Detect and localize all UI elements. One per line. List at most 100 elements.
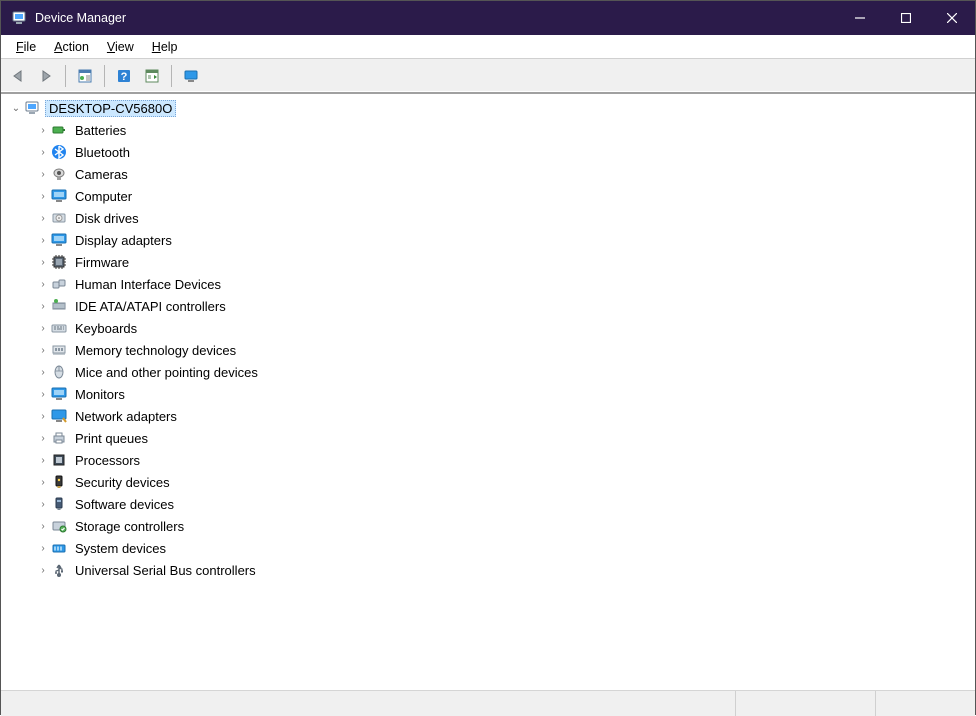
tree-category[interactable]: ›System devices [1,537,975,559]
tree-category-label: Firmware [72,254,132,271]
tree-category[interactable]: › Universal Serial Bus controllers [1,559,975,581]
chevron-right-icon[interactable]: › [36,411,50,422]
menu-view[interactable]: View [98,38,143,56]
device-tree[interactable]: ⌄ DESKTOP-CV5680O ›Batteries›Bluetooth›C… [1,94,975,691]
chevron-right-icon[interactable]: › [36,499,50,510]
tree-category-label: Print queues [72,430,151,447]
tree-category[interactable]: › Storage controllers [1,515,975,537]
toolbar [1,59,975,94]
storage-icon [51,518,67,534]
printer-icon [51,430,67,446]
system-icon [51,540,67,556]
toolbar-monitor-button[interactable] [178,63,204,89]
tree-category[interactable]: › Memory technology devices [1,339,975,361]
memory-icon [51,342,67,358]
tree-category-label: Network adapters [72,408,180,425]
window-title: Device Manager [35,11,126,25]
tree-category-label: Mice and other pointing devices [72,364,261,381]
tree-category-label: Universal Serial Bus controllers [72,562,259,579]
chevron-right-icon[interactable]: › [36,455,50,466]
ide-icon [51,298,67,314]
battery-icon [51,122,67,138]
toolbar-separator [171,65,172,87]
tree-category[interactable]: › Processors [1,449,975,471]
menubar: File Action View Help [1,35,975,59]
tree-category-label: IDE ATA/ATAPI controllers [72,298,229,315]
chevron-down-icon[interactable]: ⌄ [9,103,23,114]
chevron-right-icon[interactable]: › [36,169,50,180]
tree-root[interactable]: ⌄ DESKTOP-CV5680O [1,97,975,119]
toolbar-help-button[interactable] [111,63,137,89]
tree-category[interactable]: › IDE ATA/ATAPI controllers [1,295,975,317]
status-cell [735,691,875,716]
tree-category-label: Memory technology devices [72,342,239,359]
toolbar-back-button[interactable] [5,63,31,89]
software-icon [51,496,67,512]
tree-category-label: Processors [72,452,143,469]
chevron-right-icon[interactable]: › [36,477,50,488]
tree-category-label: Bluetooth [72,144,133,161]
security-icon [51,474,67,490]
tree-category[interactable]: ›Computer [1,185,975,207]
tree-category[interactable]: › Cameras [1,163,975,185]
chevron-right-icon[interactable]: › [36,521,50,532]
chevron-right-icon[interactable]: › [36,147,50,158]
chevron-right-icon[interactable]: › [36,213,50,224]
toolbar-scan-button[interactable] [139,63,165,89]
tree-category-label: Cameras [72,166,131,183]
chevron-right-icon[interactable]: › [36,543,50,554]
status-cell [875,691,975,716]
tree-category-label: Security devices [72,474,173,491]
chevron-right-icon[interactable]: › [36,279,50,290]
maximize-button[interactable] [883,1,929,35]
toolbar-separator [65,65,66,87]
menu-help[interactable]: Help [143,38,187,56]
tree-category[interactable]: › Disk drives [1,207,975,229]
close-button[interactable] [929,1,975,35]
tree-category[interactable]: › Print queues [1,427,975,449]
monitor-icon [51,188,67,204]
disk-icon [51,210,67,226]
tree-category[interactable]: › Batteries [1,119,975,141]
tree-category[interactable]: › Firmware [1,251,975,273]
minimize-button[interactable] [837,1,883,35]
titlebar: Device Manager [1,1,975,35]
cpu-icon [51,452,67,468]
chevron-right-icon[interactable]: › [36,433,50,444]
tree-category[interactable]: › Human Interface Devices [1,273,975,295]
menu-file[interactable]: File [7,38,45,56]
tree-category[interactable]: › Bluetooth [1,141,975,163]
tree-category-label: Disk drives [72,210,142,227]
chevron-right-icon[interactable]: › [36,301,50,312]
tree-category-label: Software devices [72,496,177,513]
chevron-right-icon[interactable]: › [36,367,50,378]
chip-icon [51,254,67,270]
chevron-right-icon[interactable]: › [36,323,50,334]
toolbar-forward-button[interactable] [33,63,59,89]
chevron-right-icon[interactable]: › [36,257,50,268]
tree-category[interactable]: › Security devices [1,471,975,493]
tree-category[interactable]: › Display adapters [1,229,975,251]
tree-category-label: Batteries [72,122,129,139]
tree-category[interactable]: › Keyboards [1,317,975,339]
mouse-icon [51,364,67,380]
tree-category[interactable]: › Software devices [1,493,975,515]
tree-category-label: Human Interface Devices [72,276,224,293]
tree-category[interactable]: › Network adapters [1,405,975,427]
menu-action[interactable]: Action [45,38,98,56]
usb-icon [51,562,67,578]
bluetooth-icon [51,144,67,160]
tree-category[interactable]: › Mice and other pointing devices [1,361,975,383]
chevron-right-icon[interactable]: › [36,389,50,400]
toolbar-properties-button[interactable] [72,63,98,89]
tree-category-label: Display adapters [72,232,175,249]
chevron-right-icon[interactable]: › [36,191,50,202]
computer-icon [24,100,40,116]
chevron-right-icon[interactable]: › [36,345,50,356]
chevron-right-icon[interactable]: › [36,125,50,136]
chevron-right-icon[interactable]: › [36,235,50,246]
tree-category-label: Keyboards [72,320,140,337]
tree-category[interactable]: ›Monitors [1,383,975,405]
chevron-right-icon[interactable]: › [36,565,50,576]
tree-category-label: Storage controllers [72,518,187,535]
